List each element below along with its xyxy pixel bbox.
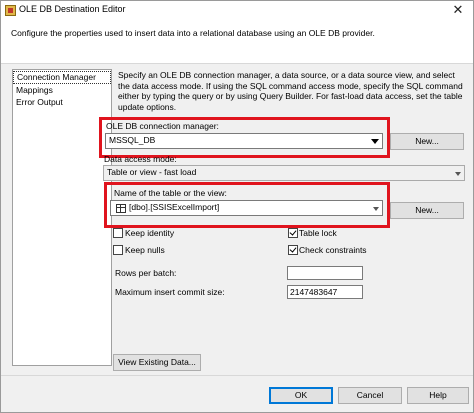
data-access-mode-label: Data access mode: bbox=[104, 154, 177, 164]
connection-manager-select[interactable]: MSSQL_DB bbox=[105, 133, 383, 149]
footer-divider bbox=[1, 375, 473, 376]
ok-button[interactable]: OK bbox=[269, 387, 333, 404]
help-button[interactable]: Help bbox=[407, 387, 469, 404]
dialog-header: Configure the properties used to insert … bbox=[1, 19, 473, 64]
check-constraints-label: Check constraints bbox=[299, 245, 367, 255]
rows-per-batch-label: Rows per batch: bbox=[115, 268, 177, 278]
max-insert-commit-size-input[interactable]: 2147483647 bbox=[287, 285, 363, 299]
table-name-select[interactable]: [dbo].[SSISExcelImport] bbox=[110, 200, 383, 216]
instructions-text: Specify an OLE DB connection manager, a … bbox=[118, 70, 463, 112]
table-name-label: Name of the table or the view: bbox=[114, 188, 227, 198]
dialog-window: OLE DB Destination Editor ✕ Configure th… bbox=[0, 0, 474, 413]
keep-identity-checkbox[interactable] bbox=[113, 228, 123, 238]
nav-item-error-output[interactable]: Error Output bbox=[13, 97, 111, 108]
close-icon[interactable]: ✕ bbox=[447, 2, 469, 18]
chevron-down-icon[interactable] bbox=[455, 172, 461, 176]
dialog-description: Configure the properties used to insert … bbox=[11, 28, 375, 38]
check-constraints-checkbox[interactable] bbox=[288, 245, 298, 255]
connection-manager-value: MSSQL_DB bbox=[109, 135, 156, 145]
table-lock-checkbox[interactable] bbox=[288, 228, 298, 238]
nav-item-mappings[interactable]: Mappings bbox=[13, 85, 111, 96]
rows-per-batch-input[interactable] bbox=[287, 266, 363, 280]
keep-identity-label: Keep identity bbox=[125, 228, 175, 238]
cancel-button[interactable]: Cancel bbox=[338, 387, 402, 404]
app-icon bbox=[5, 5, 16, 16]
connection-manager-label: OLE DB connection manager: bbox=[106, 121, 219, 131]
nav-item-connection-manager[interactable]: Connection Manager bbox=[13, 71, 111, 84]
keep-nulls-checkbox[interactable] bbox=[113, 245, 123, 255]
table-icon bbox=[116, 204, 126, 213]
keep-nulls-label: Keep nulls bbox=[125, 245, 165, 255]
data-access-mode-select[interactable]: Table or view - fast load bbox=[103, 165, 465, 181]
title-bar: OLE DB Destination Editor ✕ bbox=[1, 1, 473, 19]
new-table-button[interactable]: New... bbox=[390, 202, 464, 219]
data-access-mode-value: Table or view - fast load bbox=[107, 167, 197, 177]
max-insert-commit-size-label: Maximum insert commit size: bbox=[115, 287, 225, 297]
table-name-value: [dbo].[SSISExcelImport] bbox=[129, 202, 220, 212]
chevron-down-icon[interactable] bbox=[371, 139, 379, 144]
view-existing-data-button[interactable]: View Existing Data... bbox=[113, 354, 201, 371]
new-connection-button[interactable]: New... bbox=[390, 133, 464, 150]
window-title: OLE DB Destination Editor bbox=[19, 4, 126, 14]
page-navigation-list: Connection Manager Mappings Error Output bbox=[12, 69, 112, 366]
chevron-down-icon[interactable] bbox=[373, 207, 379, 211]
table-lock-label: Table lock bbox=[299, 228, 337, 238]
